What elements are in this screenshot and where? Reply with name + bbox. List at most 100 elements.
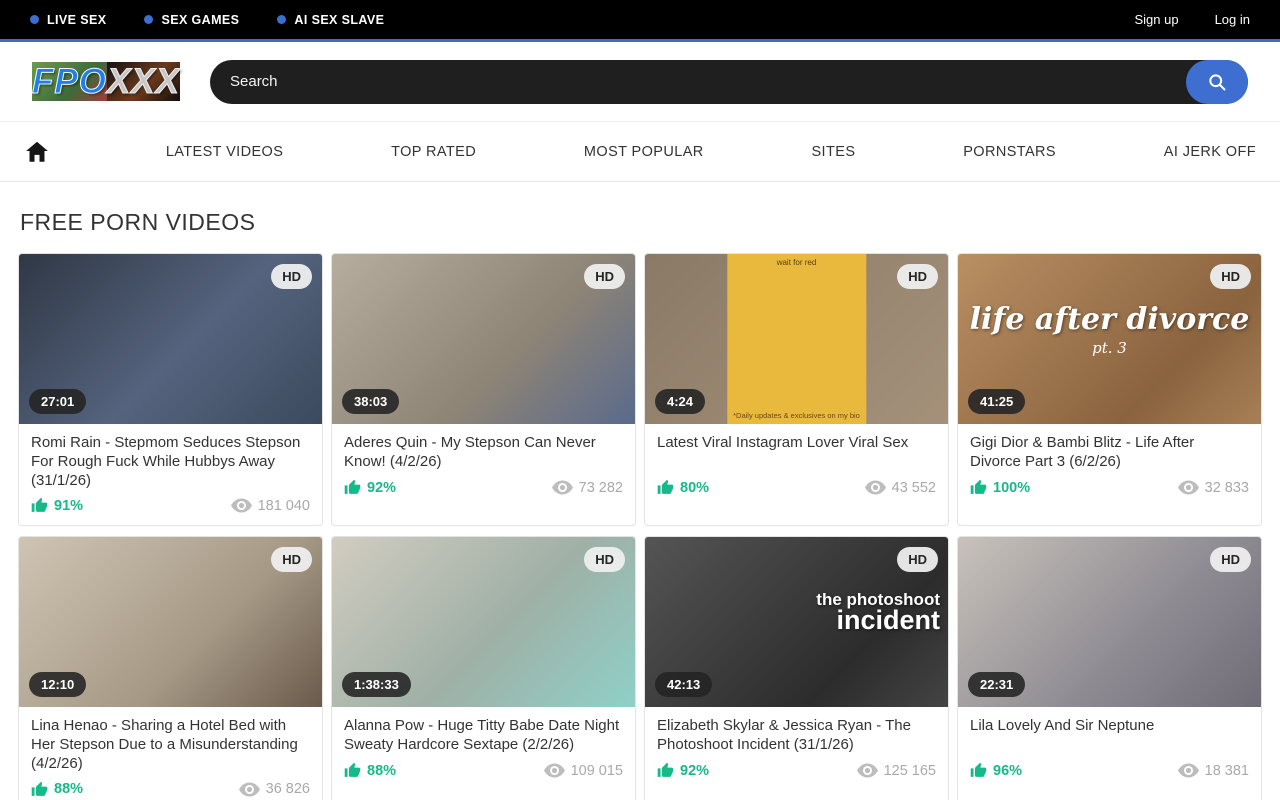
view-count-value: 125 165 — [884, 763, 936, 779]
thumbnail-sticker: wait for red *Daily updates & exclusives… — [727, 254, 866, 424]
video-meta: 100% 32 833 — [970, 479, 1249, 496]
view-count: 18 381 — [1178, 763, 1249, 779]
like-percent: 88% — [367, 763, 396, 779]
video-meta: 91% 181 040 — [31, 497, 310, 514]
log-in-link[interactable]: Log in — [1215, 12, 1250, 27]
duration-badge: 22:31 — [968, 672, 1025, 697]
thumbs-up-icon — [31, 781, 48, 798]
view-count: 125 165 — [857, 763, 936, 779]
video-thumbnail[interactable]: 22:31 HD — [958, 537, 1261, 707]
video-info: Aderes Quin - My Stepson Can Never Know!… — [332, 424, 635, 507]
view-count-value: 43 552 — [892, 480, 936, 496]
like-rating: 100% — [970, 479, 1030, 496]
view-count: 36 826 — [239, 781, 310, 797]
bullet-dot-icon — [30, 15, 39, 24]
search-icon — [1207, 72, 1227, 92]
like-rating: 91% — [31, 497, 83, 514]
topbar-links: LIVE SEX SEX GAMES AI SEX SLAVE — [30, 13, 384, 27]
sticker-bottom-text: *Daily updates & exclusives on my bio — [733, 411, 860, 420]
video-title[interactable]: Alanna Pow - Huge Titty Babe Date Night … — [344, 717, 623, 755]
sign-up-link[interactable]: Sign up — [1134, 12, 1178, 27]
video-card: 22:31 HD Lila Lovely And Sir Neptune 96%… — [957, 536, 1262, 800]
site-logo[interactable]: FPOXXX — [32, 62, 180, 102]
video-meta: 92% 125 165 — [657, 762, 936, 779]
like-percent: 100% — [993, 480, 1030, 496]
like-rating: 92% — [657, 762, 709, 779]
eye-icon — [231, 498, 252, 513]
nav-item-ai-jerk-off[interactable]: AI JERK OFF — [1164, 144, 1256, 160]
view-count-value: 36 826 — [266, 781, 310, 797]
video-card: 38:03 HD Aderes Quin - My Stepson Can Ne… — [331, 253, 636, 526]
thumbnail-overlay-text: the photoshoot incident — [816, 592, 940, 634]
view-count-value: 18 381 — [1205, 763, 1249, 779]
video-card: 27:01 HD Romi Rain - Stepmom Seduces Ste… — [18, 253, 323, 526]
video-thumbnail[interactable]: 38:03 HD — [332, 254, 635, 424]
topbar-link-sex-games[interactable]: SEX GAMES — [144, 13, 239, 27]
main-nav: LATEST VIDEOS TOP RATED MOST POPULAR SIT… — [0, 122, 1280, 182]
video-info: Gigi Dior & Bambi Blitz - Life After Div… — [958, 424, 1261, 507]
video-thumbnail[interactable]: 12:10 HD — [19, 537, 322, 707]
hd-badge: HD — [897, 264, 938, 289]
video-info: Latest Viral Instagram Lover Viral Sex 8… — [645, 424, 948, 507]
video-grid: 27:01 HD Romi Rain - Stepmom Seduces Ste… — [18, 253, 1262, 800]
video-meta: 92% 73 282 — [344, 479, 623, 496]
hd-badge: HD — [271, 547, 312, 572]
video-title[interactable]: Lila Lovely And Sir Neptune — [970, 717, 1249, 755]
video-thumbnail[interactable]: wait for red *Daily updates & exclusives… — [645, 254, 948, 424]
video-title[interactable]: Elizabeth Skylar & Jessica Ryan - The Ph… — [657, 717, 936, 755]
eye-icon — [1178, 763, 1199, 778]
nav-item-latest-videos[interactable]: LATEST VIDEOS — [166, 144, 283, 160]
video-title[interactable]: Romi Rain - Stepmom Seduces Stepson For … — [31, 434, 310, 490]
thumbs-up-icon — [344, 762, 361, 779]
video-info: Lila Lovely And Sir Neptune 96% 18 381 — [958, 707, 1261, 790]
main-content: FREE PORN VIDEOS 27:01 HD Romi Rain - St… — [0, 209, 1280, 800]
eye-icon — [239, 782, 260, 797]
eye-icon — [1178, 480, 1199, 495]
thumbs-up-icon — [344, 479, 361, 496]
topbar-link-ai-sex-slave[interactable]: AI SEX SLAVE — [277, 13, 384, 27]
nav-item-home[interactable] — [24, 139, 58, 165]
video-meta: 80% 43 552 — [657, 479, 936, 496]
nav-item-pornstars[interactable]: PORNSTARS — [963, 144, 1056, 160]
nav-item-most-popular[interactable]: MOST POPULAR — [584, 144, 704, 160]
video-title[interactable]: Latest Viral Instagram Lover Viral Sex — [657, 434, 936, 472]
nav-item-sites[interactable]: SITES — [811, 144, 855, 160]
topbar-link-label: SEX GAMES — [161, 13, 239, 27]
thumbnail-overlay-text: life after divorce pt. 3 — [958, 302, 1261, 357]
video-title[interactable]: Aderes Quin - My Stepson Can Never Know!… — [344, 434, 623, 472]
video-thumbnail[interactable]: 27:01 HD — [19, 254, 322, 424]
video-info: Romi Rain - Stepmom Seduces Stepson For … — [19, 424, 322, 525]
view-count-value: 109 015 — [571, 763, 623, 779]
search-button[interactable] — [1186, 60, 1248, 104]
like-percent: 91% — [54, 498, 83, 514]
eye-icon — [865, 480, 886, 495]
duration-badge: 42:13 — [655, 672, 712, 697]
search-bar — [210, 60, 1248, 104]
video-title[interactable]: Gigi Dior & Bambi Blitz - Life After Div… — [970, 434, 1249, 472]
view-count-value: 181 040 — [258, 498, 310, 514]
site-header: FPOXXX — [0, 42, 1280, 122]
overlay-title: life after divorce — [958, 302, 1261, 337]
video-thumbnail[interactable]: life after divorce pt. 3 41:25 HD — [958, 254, 1261, 424]
topbar-link-live-sex[interactable]: LIVE SEX — [30, 13, 106, 27]
thumbs-up-icon — [31, 497, 48, 514]
topbar-link-label: LIVE SEX — [47, 13, 106, 27]
nav-item-top-rated[interactable]: TOP RATED — [391, 144, 476, 160]
video-info: Alanna Pow - Huge Titty Babe Date Night … — [332, 707, 635, 790]
eye-icon — [857, 763, 878, 778]
search-input[interactable] — [210, 60, 1186, 104]
video-thumbnail[interactable]: 1:38:33 HD — [332, 537, 635, 707]
overlay-subtitle: incident — [816, 608, 940, 634]
video-thumbnail[interactable]: the photoshoot incident 42:13 HD — [645, 537, 948, 707]
thumbs-up-icon — [970, 479, 987, 496]
video-title[interactable]: Lina Henao - Sharing a Hotel Bed with He… — [31, 717, 310, 773]
like-percent: 92% — [367, 480, 396, 496]
video-card: wait for red *Daily updates & exclusives… — [644, 253, 949, 526]
duration-badge: 41:25 — [968, 389, 1025, 414]
like-percent: 92% — [680, 763, 709, 779]
thumbs-up-icon — [657, 762, 674, 779]
video-card: life after divorce pt. 3 41:25 HD Gigi D… — [957, 253, 1262, 526]
hd-badge: HD — [584, 547, 625, 572]
video-info: Elizabeth Skylar & Jessica Ryan - The Ph… — [645, 707, 948, 790]
hd-badge: HD — [1210, 264, 1251, 289]
